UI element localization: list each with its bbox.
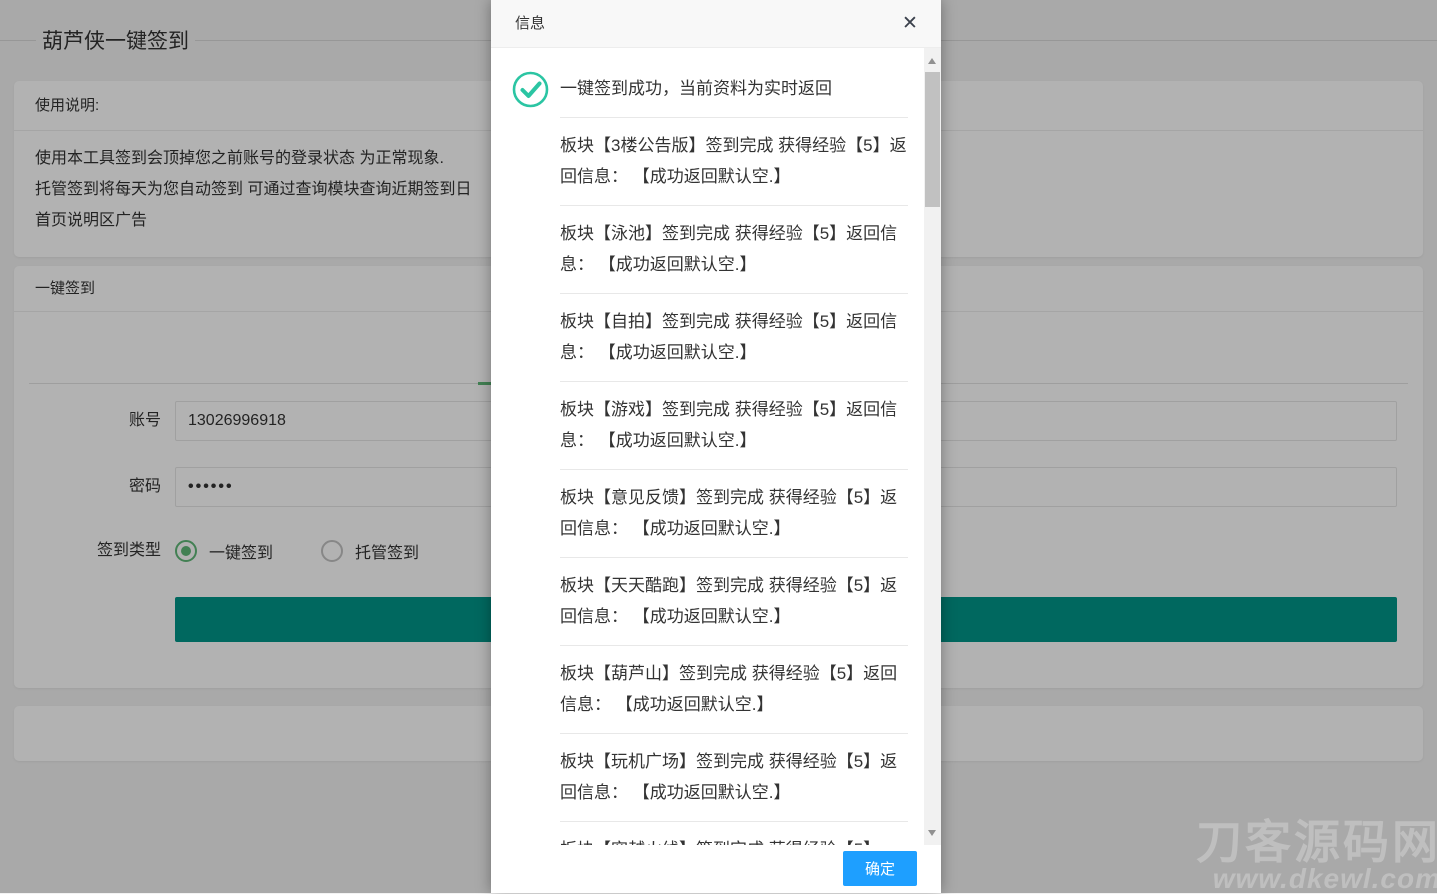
result-item: 板块【葫芦山】签到完成 获得经验【5】返回信息： 【成功返回默认空.】 xyxy=(560,646,908,734)
success-message: 一键签到成功，当前资料为实时返回 xyxy=(560,74,832,99)
dialog-body: 一键签到成功，当前资料为实时返回 板块【3楼公告版】签到完成 获得经验【5】返回… xyxy=(491,48,924,893)
scrollbar-up-arrow-icon[interactable] xyxy=(924,52,941,69)
dialog-scrollbar[interactable] xyxy=(924,48,941,845)
result-item: 板块【游戏】签到完成 获得经验【5】返回信息： 【成功返回默认空.】 xyxy=(560,382,908,470)
result-item: 板块【3楼公告版】签到完成 获得经验【5】返回信息： 【成功返回默认空.】 xyxy=(560,118,908,206)
result-item: 板块【意见反馈】签到完成 获得经验【5】返回信息： 【成功返回默认空.】 xyxy=(560,470,908,558)
result-item: 板块【自拍】签到完成 获得经验【5】返回信息： 【成功返回默认空.】 xyxy=(560,294,908,382)
close-icon[interactable]: ✕ xyxy=(898,12,922,36)
result-item: 板块【泳池】签到完成 获得经验【5】返回信息： 【成功返回默认空.】 xyxy=(560,206,908,294)
scrollbar-down-arrow-icon[interactable] xyxy=(924,824,941,841)
confirm-button[interactable]: 确定 xyxy=(843,851,917,886)
dialog-title: 信息 xyxy=(515,0,545,48)
result-item: 板块【天天酷跑】签到完成 获得经验【5】返回信息： 【成功返回默认空.】 xyxy=(560,558,908,646)
info-dialog: 信息 ✕ 一键签到成功，当前资料为实时返回 板块【3楼公告版】签到完成 获得经验… xyxy=(491,0,941,893)
scrollbar-thumb[interactable] xyxy=(925,72,940,207)
result-item: 板块【玩机广场】签到完成 获得经验【5】返回信息： 【成功返回默认空.】 xyxy=(560,734,908,822)
dialog-titlebar: 信息 ✕ xyxy=(491,0,941,48)
dialog-footer: 确定 xyxy=(491,845,941,893)
result-list: 一键签到成功，当前资料为实时返回 板块【3楼公告版】签到完成 获得经验【5】返回… xyxy=(560,48,908,879)
success-check-icon xyxy=(512,71,549,108)
success-row: 一键签到成功，当前资料为实时返回 xyxy=(560,48,908,118)
